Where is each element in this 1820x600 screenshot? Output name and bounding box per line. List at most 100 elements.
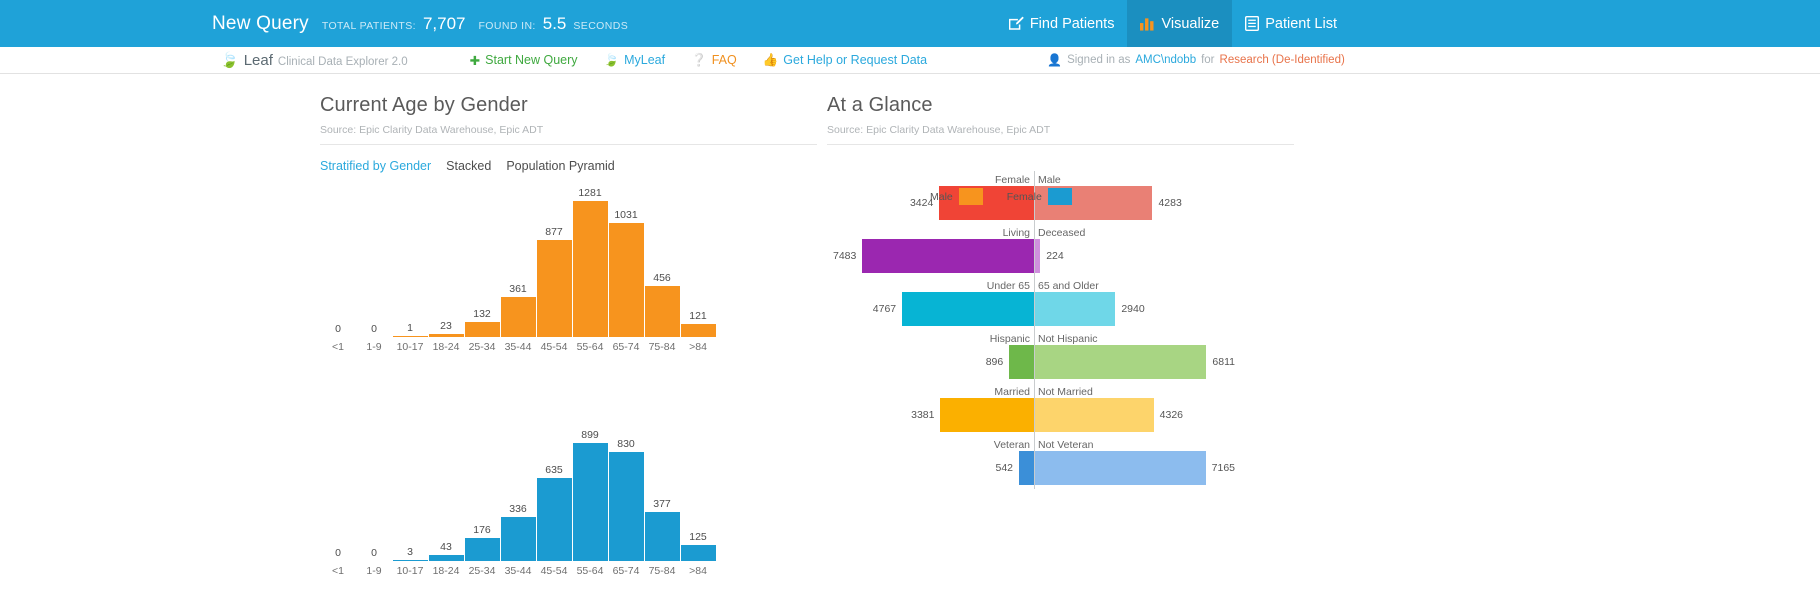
- axis-tick-label: 45-54: [540, 341, 568, 353]
- account-name[interactable]: AMC\ndobb: [1135, 54, 1196, 66]
- bar-column[interactable]: 121: [680, 187, 716, 337]
- glance-right-bar[interactable]: [1034, 345, 1207, 379]
- nav-visualize[interactable]: Visualize: [1127, 0, 1233, 47]
- glance-right-bar[interactable]: [1034, 398, 1154, 432]
- brand-name: Leaf: [243, 52, 273, 69]
- glance-row-labels: Veteran Not Veteran: [827, 436, 1294, 451]
- bar-column[interactable]: 43: [428, 411, 464, 561]
- bar-column[interactable]: 899: [572, 411, 608, 561]
- bar-rect[interactable]: [536, 239, 572, 337]
- legend-item-female[interactable]: Female: [1007, 188, 1072, 205]
- glance-right-bar[interactable]: [1034, 292, 1116, 326]
- tab-stacked[interactable]: Stacked: [446, 159, 491, 173]
- bar-column[interactable]: 132: [464, 187, 500, 337]
- glance-left-side: 7483: [827, 239, 1034, 273]
- glance-bar-line: 542 7165: [827, 451, 1294, 485]
- start-new-query-label: Start New Query: [485, 53, 578, 67]
- glance-right-bar[interactable]: [1034, 451, 1206, 485]
- glance-right-label: Not Veteran: [1038, 439, 1094, 451]
- glance-left-bar[interactable]: [902, 292, 1034, 326]
- bar-value-label: 121: [689, 309, 707, 322]
- bar-column[interactable]: 176: [464, 411, 500, 561]
- bar-column[interactable]: 0: [356, 411, 392, 561]
- myleaf-link[interactable]: 🍃 MyLeaf: [604, 53, 666, 68]
- total-patients-stat: TOTAL PATIENTS: 7,707: [322, 14, 466, 34]
- bar-rect[interactable]: [392, 335, 428, 337]
- axis-tick-label: 18-24: [432, 341, 460, 353]
- glance-left-bar[interactable]: [1019, 451, 1034, 485]
- context-label[interactable]: Research (De-Identified): [1220, 54, 1345, 66]
- glance-right-side: 7165: [1034, 451, 1241, 485]
- male-bars: 0 0 1 23 132 361 877 1281 1031 456 121: [320, 187, 817, 337]
- bar-column[interactable]: 635: [536, 411, 572, 561]
- bar-rect[interactable]: [572, 443, 608, 561]
- glance-left-label: Married: [994, 386, 1030, 398]
- glance-right-side: 224: [1034, 239, 1241, 273]
- bar-column[interactable]: 1281: [572, 187, 608, 337]
- left-panel-title: Current Age by Gender: [320, 94, 528, 116]
- tab-population-pyramid[interactable]: Population Pyramid: [506, 159, 614, 173]
- bar-rect[interactable]: [392, 559, 428, 561]
- glance-left-label: Living: [1002, 227, 1030, 239]
- tab-stratified-by-gender[interactable]: Stratified by Gender: [320, 159, 431, 173]
- bar-rect[interactable]: [572, 201, 608, 337]
- bar-column[interactable]: 125: [680, 411, 716, 561]
- bar-rect[interactable]: [536, 477, 572, 561]
- glance-left-bar[interactable]: [862, 239, 1034, 273]
- bar-column[interactable]: 830: [608, 411, 644, 561]
- bar-column[interactable]: 377: [644, 411, 680, 561]
- start-new-query-link[interactable]: ✚ Start New Query: [470, 53, 578, 68]
- bar-value-label: 0: [371, 547, 377, 559]
- glance-left-bar[interactable]: [940, 398, 1034, 432]
- legend-male-label: Male: [930, 190, 953, 203]
- axis-tick-label: >84: [689, 565, 707, 577]
- found-in-label: FOUND IN:: [478, 19, 536, 32]
- list-icon: [1245, 16, 1260, 31]
- bar-value-label: 336: [509, 502, 527, 515]
- glance-left-label: Female: [994, 174, 1030, 186]
- get-help-label: Get Help or Request Data: [783, 53, 928, 67]
- bar-rect[interactable]: [680, 544, 716, 561]
- bar-rect[interactable]: [500, 296, 536, 337]
- bar-rect[interactable]: [428, 334, 464, 337]
- bar-value-label: 23: [440, 320, 452, 333]
- bar-rect[interactable]: [608, 222, 644, 337]
- bar-column[interactable]: 1031: [608, 187, 644, 337]
- bar-column[interactable]: 456: [644, 187, 680, 337]
- bar-value-label: 899: [581, 429, 599, 441]
- bar-rect[interactable]: [644, 286, 680, 337]
- bar-column[interactable]: 877: [536, 187, 572, 337]
- plus-icon: ✚: [469, 53, 481, 68]
- glance-left-bar[interactable]: [1009, 345, 1034, 379]
- bar-column[interactable]: 23: [428, 187, 464, 337]
- bar-column[interactable]: 0: [356, 187, 392, 337]
- faq-link[interactable]: ❔ FAQ: [691, 53, 737, 68]
- query-summary: New Query TOTAL PATIENTS: 7,707 FOUND IN…: [212, 13, 628, 35]
- bar-rect[interactable]: [680, 323, 716, 337]
- bar-column[interactable]: 3: [392, 411, 428, 561]
- glance-center-axis: [1034, 171, 1035, 489]
- bar-value-label: 877: [545, 225, 563, 238]
- bar-value-label: 377: [653, 497, 671, 510]
- bar-column[interactable]: 1: [392, 187, 428, 337]
- bar-column[interactable]: 0: [320, 187, 356, 337]
- glance-left-value: 896: [985, 356, 1004, 368]
- bar-rect[interactable]: [608, 452, 644, 561]
- legend-item-male[interactable]: Male: [930, 188, 983, 205]
- get-help-link[interactable]: 👍 Get Help or Request Data: [763, 53, 927, 68]
- nav-find-patients[interactable]: Find Patients: [996, 0, 1128, 47]
- bar-rect[interactable]: [428, 555, 464, 561]
- nav-patient-list[interactable]: Patient List: [1232, 0, 1350, 47]
- chart-mode-tabs: Stratified by Gender Stacked Population …: [320, 159, 817, 173]
- bar-rect[interactable]: [644, 511, 680, 561]
- user-icon: 👤: [1047, 53, 1063, 67]
- bar-rect[interactable]: [464, 537, 500, 561]
- bar-rect[interactable]: [464, 322, 500, 337]
- found-in-value: 5.5: [542, 13, 567, 33]
- bar-column[interactable]: 336: [500, 411, 536, 561]
- bar-rect[interactable]: [500, 516, 536, 561]
- main-nav: Find Patients Visualize Patient List: [996, 0, 1350, 47]
- bar-column[interactable]: 361: [500, 187, 536, 337]
- sub-nav-bar: 🍃 Leaf Clinical Data Explorer 2.0 ✚ Star…: [0, 47, 1820, 74]
- bar-column[interactable]: 0: [320, 411, 356, 561]
